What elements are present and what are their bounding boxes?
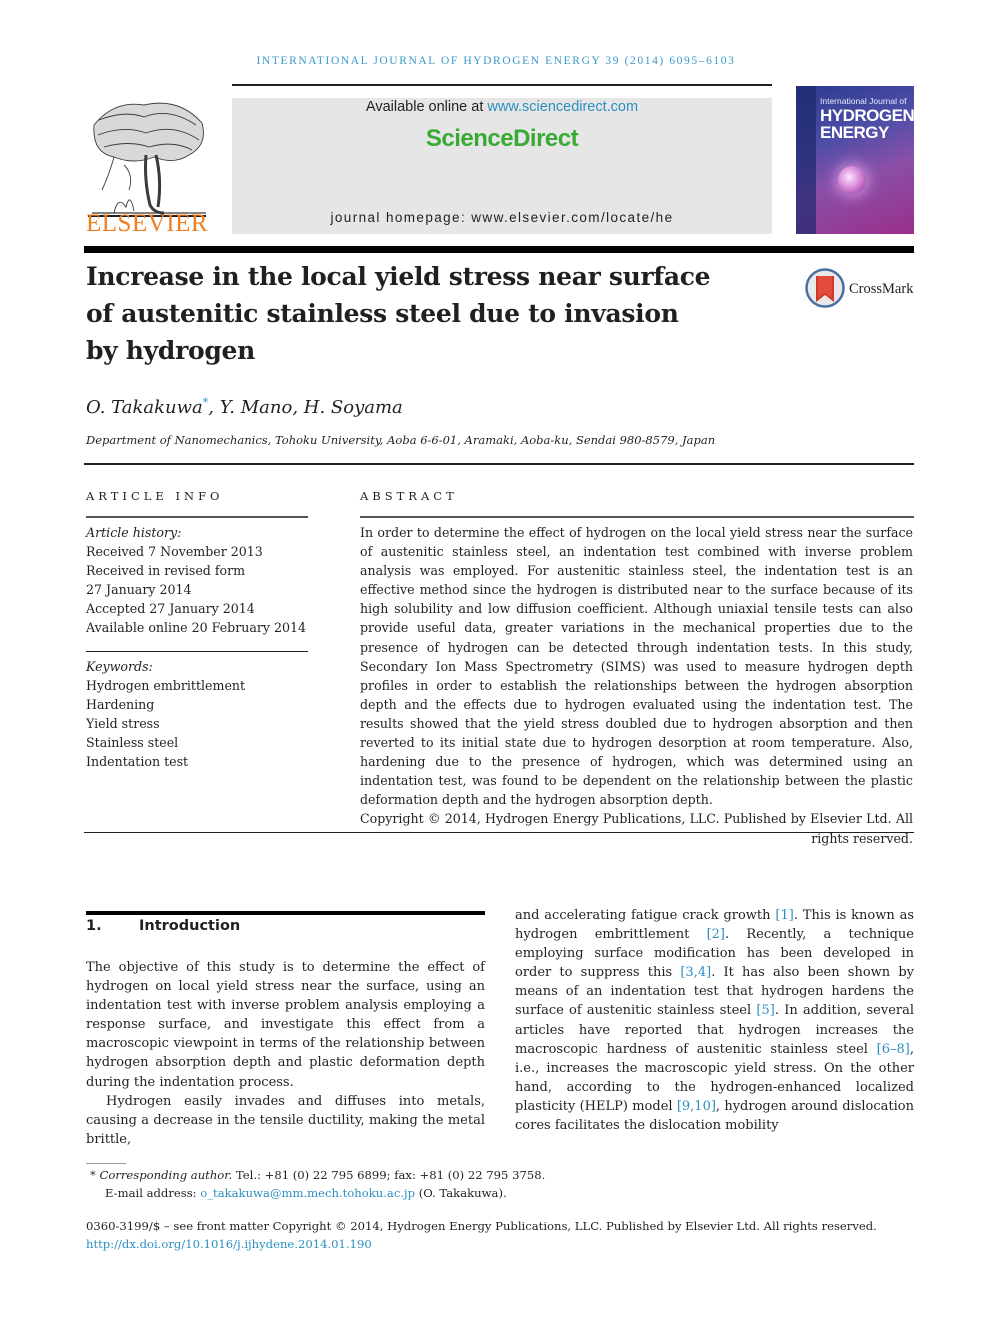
title-line: by hydrogen (86, 336, 256, 365)
elsevier-wordmark: ELSEVIER (85, 210, 209, 237)
email-link[interactable]: o_takakuwa@mm.mech.tohoku.ac.jp (200, 1186, 415, 1200)
citation-link[interactable]: [9,10] (677, 1099, 716, 1114)
homepage-url[interactable]: www.elsevier.com/locate/he (471, 210, 673, 225)
article-info-rule (86, 516, 308, 518)
crossmark-icon[interactable] (805, 268, 845, 308)
abstract-copyright: Copyright © 2014, Hydrogen Energy Public… (360, 811, 913, 846)
cover-orb-graphic (838, 166, 866, 194)
article-history-label: Article history: (86, 525, 182, 540)
journal-cover-image: International Journal of HYDROGEN ENERGY (796, 86, 914, 234)
author-name[interactable]: Y. Mano (220, 397, 293, 418)
citation-link[interactable]: [6–8] (877, 1042, 910, 1057)
history-item: 27 January 2014 (86, 582, 192, 598)
sciencedirect-link[interactable]: www.sciencedirect.com (487, 99, 638, 115)
available-online-label: Available online at (365, 99, 488, 115)
keywords-label: Keywords: (86, 659, 153, 674)
keyword-item: Hardening (86, 697, 155, 713)
citation-link[interactable]: [1] (775, 908, 793, 923)
journal-homepage-line: journal homepage: www.elsevier.com/locat… (232, 210, 772, 225)
title-line: Increase in the local yield stress near … (86, 262, 711, 291)
text-run: and accelerating fatigue crack growth (515, 908, 776, 923)
citation-link[interactable]: [3,4] (680, 965, 711, 980)
corresponding-author-label: Corresponding author. (99, 1168, 233, 1182)
footnote-rule (86, 1163, 126, 1164)
history-item: Available online 20 February 2014 (86, 620, 307, 636)
doi-link[interactable]: http://dx.doi.org/10.1016/j.ijhydene.201… (86, 1237, 372, 1251)
front-matter: 0360-3199/$ – see front matter Copyright… (86, 1218, 916, 1253)
contact-numbers: Tel.: +81 (0) 22 795 6899; fax: +81 (0) … (232, 1168, 546, 1182)
affiliation: Department of Nanomechanics, Tohoku Univ… (86, 433, 716, 447)
keyword-item: Yield stress (86, 716, 160, 732)
abstract-heading: ABSTRACT (360, 489, 458, 503)
history-item: Received in revised form (86, 563, 246, 579)
cover-spine-strip (796, 86, 816, 234)
right-column: and accelerating fatigue crack growth [1… (515, 906, 914, 1135)
crossmark-label[interactable]: CrossMark (849, 281, 913, 298)
author-separator: , (292, 397, 304, 418)
running-head: INTERNATIONAL JOURNAL OF HYDROGEN ENERGY… (256, 55, 736, 67)
article-title: Increase in the local yield stress near … (86, 258, 766, 369)
cover-title-energy: ENERGY (820, 123, 889, 142)
footnote-marker: * (90, 1168, 96, 1182)
affiliation-divider (84, 463, 914, 465)
keywords: Keywords: Hydrogen embrittlement Hardeni… (86, 657, 326, 772)
author-name[interactable]: O. Takakuwa (86, 397, 203, 418)
section-heading-introduction: 1. Introduction (86, 918, 240, 934)
keyword-item: Indentation test (86, 754, 189, 770)
footnote: * Corresponding author. Tel.: +81 (0) 22… (90, 1167, 690, 1202)
article-info-heading: ARTICLE INFO (86, 489, 224, 503)
paragraph: and accelerating fatigue crack growth [1… (515, 906, 914, 1135)
author-list: O. Takakuwa*, Y. Mano, H. Soyama (86, 396, 403, 418)
history-item: Accepted 27 January 2014 (86, 601, 255, 617)
cover-title-small: International Journal of (820, 96, 907, 106)
cover-title-hydrogen: HYDROGEN (820, 106, 914, 125)
abstract-body: In order to determine the effect of hydr… (360, 523, 913, 848)
banner-top-rule (232, 84, 772, 86)
abstract-end-rule (84, 832, 914, 833)
header-divider (84, 246, 914, 253)
section-title: Introduction (139, 918, 241, 934)
sciencedirect-logo: ScienceDirect (425, 125, 579, 152)
author-name[interactable]: H. Soyama (304, 397, 403, 418)
email-label: E-mail address: (105, 1185, 201, 1200)
keywords-rule (86, 651, 308, 652)
available-online-line: Available online at www.sciencedirect.co… (232, 99, 772, 115)
paragraph: Hydrogen easily invades and diffuses int… (86, 1093, 485, 1147)
cover-title-large: HYDROGEN ENERGY (820, 107, 914, 141)
title-line: of austenitic stainless steel due to inv… (86, 299, 679, 328)
keyword-item: Stainless steel (86, 735, 179, 751)
left-column: The objective of this study is to determ… (86, 958, 485, 1149)
section-rule (86, 911, 485, 915)
email-suffix: (O. Takakuwa). (415, 1185, 507, 1200)
keyword-item: Hydrogen embrittlement (86, 678, 246, 694)
issn-copyright-line: 0360-3199/$ – see front matter Copyright… (86, 1219, 877, 1233)
history-item: Received 7 November 2013 (86, 544, 263, 560)
abstract-text: In order to determine the effect of hydr… (360, 525, 913, 808)
article-history: Article history: Received 7 November 201… (86, 523, 326, 638)
abstract-rule (360, 516, 914, 518)
citation-link[interactable]: [5] (756, 1003, 774, 1018)
homepage-label: journal homepage: (330, 210, 472, 225)
author-separator: , (208, 397, 220, 418)
paragraph: The objective of this study is to determ… (86, 960, 485, 1090)
section-number: 1. (86, 918, 102, 934)
citation-link[interactable]: [2] (707, 927, 725, 942)
